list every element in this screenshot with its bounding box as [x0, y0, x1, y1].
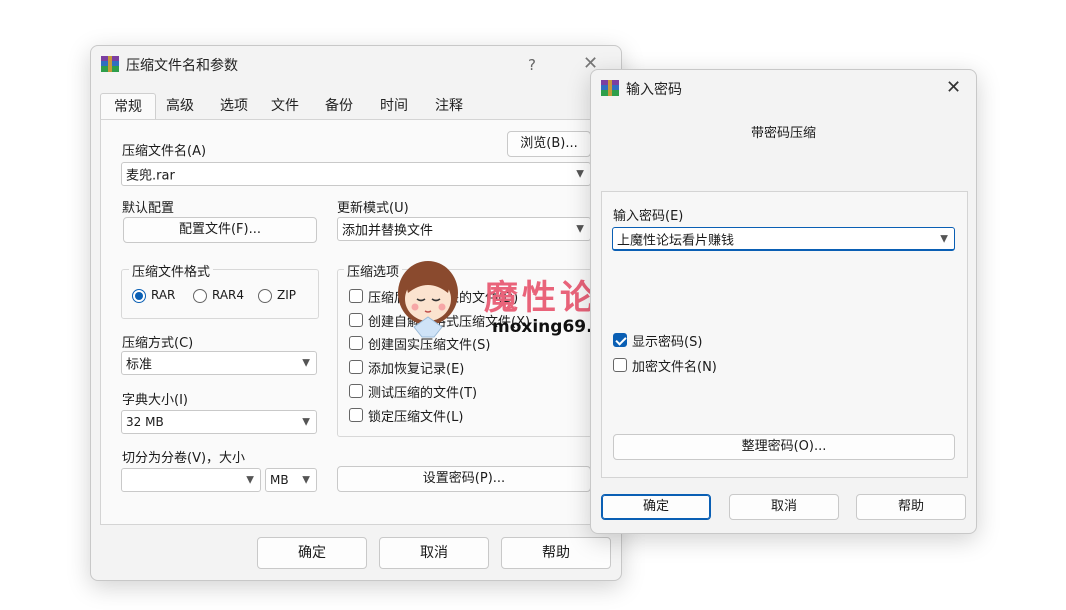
archive-name-field[interactable]: 麦兜.rar ▼ — [121, 162, 591, 186]
split-label: 切分为分卷(V)，大小 — [122, 451, 246, 466]
tab-comment[interactable]: 注释 — [424, 93, 474, 119]
encrypt-names-checkbox[interactable] — [613, 358, 627, 372]
format-zip-label: ZIP — [277, 288, 296, 302]
update-mode-value: 添加并替换文件 — [342, 223, 434, 239]
chevron-down-icon: ▼ — [576, 223, 584, 235]
password-input[interactable]: 上魔性论坛看片赚钱 ▼ — [612, 227, 955, 251]
method-label: 压缩方式(C) — [122, 336, 194, 351]
split-size-select[interactable]: ▼ — [121, 468, 261, 492]
method-select[interactable]: 标准 ▼ — [121, 351, 317, 375]
format-rar4-radio[interactable] — [193, 289, 207, 303]
tab-time[interactable]: 时间 — [370, 93, 418, 119]
format-group-label: 压缩文件格式 — [129, 261, 214, 280]
password-cancel-button[interactable]: 取消 — [729, 494, 839, 520]
dict-select[interactable]: 32 MB ▼ — [121, 410, 317, 434]
chevron-down-icon: ▼ — [302, 474, 310, 486]
close-icon[interactable]: ✕ — [946, 79, 961, 97]
format-rar-radio[interactable] — [132, 289, 146, 303]
password-dialog: 输入密码 ✕ 带密码压缩 输入密码(E) 上魔性论坛看片赚钱 ▼ 显示密码(S)… — [590, 69, 977, 534]
organize-passwords-button[interactable]: 整理密码(O)... — [613, 434, 955, 460]
chevron-down-icon[interactable]: ▼ — [940, 233, 948, 244]
option-test-label: 测试压缩的文件(T) — [368, 386, 478, 401]
chevron-down-icon: ▼ — [302, 416, 310, 428]
option-recovery-checkbox[interactable] — [349, 360, 363, 374]
tab-files[interactable]: 文件 — [263, 93, 307, 119]
password-value: 上魔性论坛看片赚钱 — [617, 233, 735, 248]
profile-button[interactable]: 配置文件(F)... — [123, 217, 317, 243]
browse-button[interactable]: 浏览(B)... — [507, 131, 591, 157]
method-value: 标准 — [126, 357, 153, 373]
split-unit-select[interactable]: MB ▼ — [265, 468, 317, 492]
format-rar4-label: RAR4 — [212, 288, 245, 302]
window-title: 压缩文件名和参数 — [126, 58, 238, 74]
help-icon[interactable]: ? — [528, 56, 536, 74]
archive-name-label: 压缩文件名(A) — [122, 144, 207, 159]
archive-name-value: 麦兜.rar — [126, 168, 175, 184]
password-heading: 带密码压缩 — [750, 126, 816, 141]
winrar-icon — [101, 56, 119, 72]
option-delete-checkbox[interactable] — [349, 289, 363, 303]
password-window-title: 输入密码 — [626, 82, 682, 98]
update-mode-select[interactable]: 添加并替换文件 ▼ — [337, 217, 591, 241]
tab-backup[interactable]: 备份 — [315, 93, 363, 119]
chevron-down-icon[interactable]: ▼ — [576, 169, 584, 180]
option-lock-label: 锁定压缩文件(L) — [368, 410, 464, 425]
winrar-icon — [601, 80, 619, 96]
dict-value: 32 MB — [126, 415, 164, 429]
show-password-label: 显示密码(S) — [632, 335, 703, 350]
tab-advanced[interactable]: 高级 — [156, 93, 204, 119]
show-password-checkbox[interactable] — [613, 333, 627, 347]
option-test-checkbox[interactable] — [349, 384, 363, 398]
format-rar-label: RAR — [151, 288, 176, 302]
option-recovery-label: 添加恢复记录(E) — [368, 362, 465, 377]
tab-general[interactable]: 常规 — [100, 93, 156, 120]
password-label: 输入密码(E) — [613, 209, 684, 224]
help-button[interactable]: 帮助 — [501, 537, 611, 569]
ok-button[interactable]: 确定 — [257, 537, 367, 569]
dict-label: 字典大小(I) — [122, 393, 188, 408]
split-unit-value: MB — [270, 473, 289, 487]
mascot-image — [390, 255, 465, 340]
cancel-button[interactable]: 取消 — [379, 537, 489, 569]
password-help-button[interactable]: 帮助 — [856, 494, 966, 520]
title-bar[interactable]: 压缩文件名和参数 ? ✕ — [91, 46, 621, 82]
set-password-button[interactable]: 设置密码(P)... — [337, 466, 591, 492]
default-profile-label: 默认配置 — [122, 201, 175, 216]
chevron-down-icon: ▼ — [302, 357, 310, 369]
password-title-bar[interactable]: 输入密码 ✕ — [591, 70, 976, 106]
update-mode-label: 更新模式(U) — [337, 201, 409, 216]
option-solid-checkbox[interactable] — [349, 336, 363, 350]
option-sfx-checkbox[interactable] — [349, 313, 363, 327]
format-zip-radio[interactable] — [258, 289, 272, 303]
encrypt-names-label: 加密文件名(N) — [632, 360, 717, 375]
option-lock-checkbox[interactable] — [349, 408, 363, 422]
password-ok-button[interactable]: 确定 — [601, 494, 711, 520]
tab-options[interactable]: 选项 — [210, 93, 258, 119]
chevron-down-icon: ▼ — [246, 474, 254, 486]
